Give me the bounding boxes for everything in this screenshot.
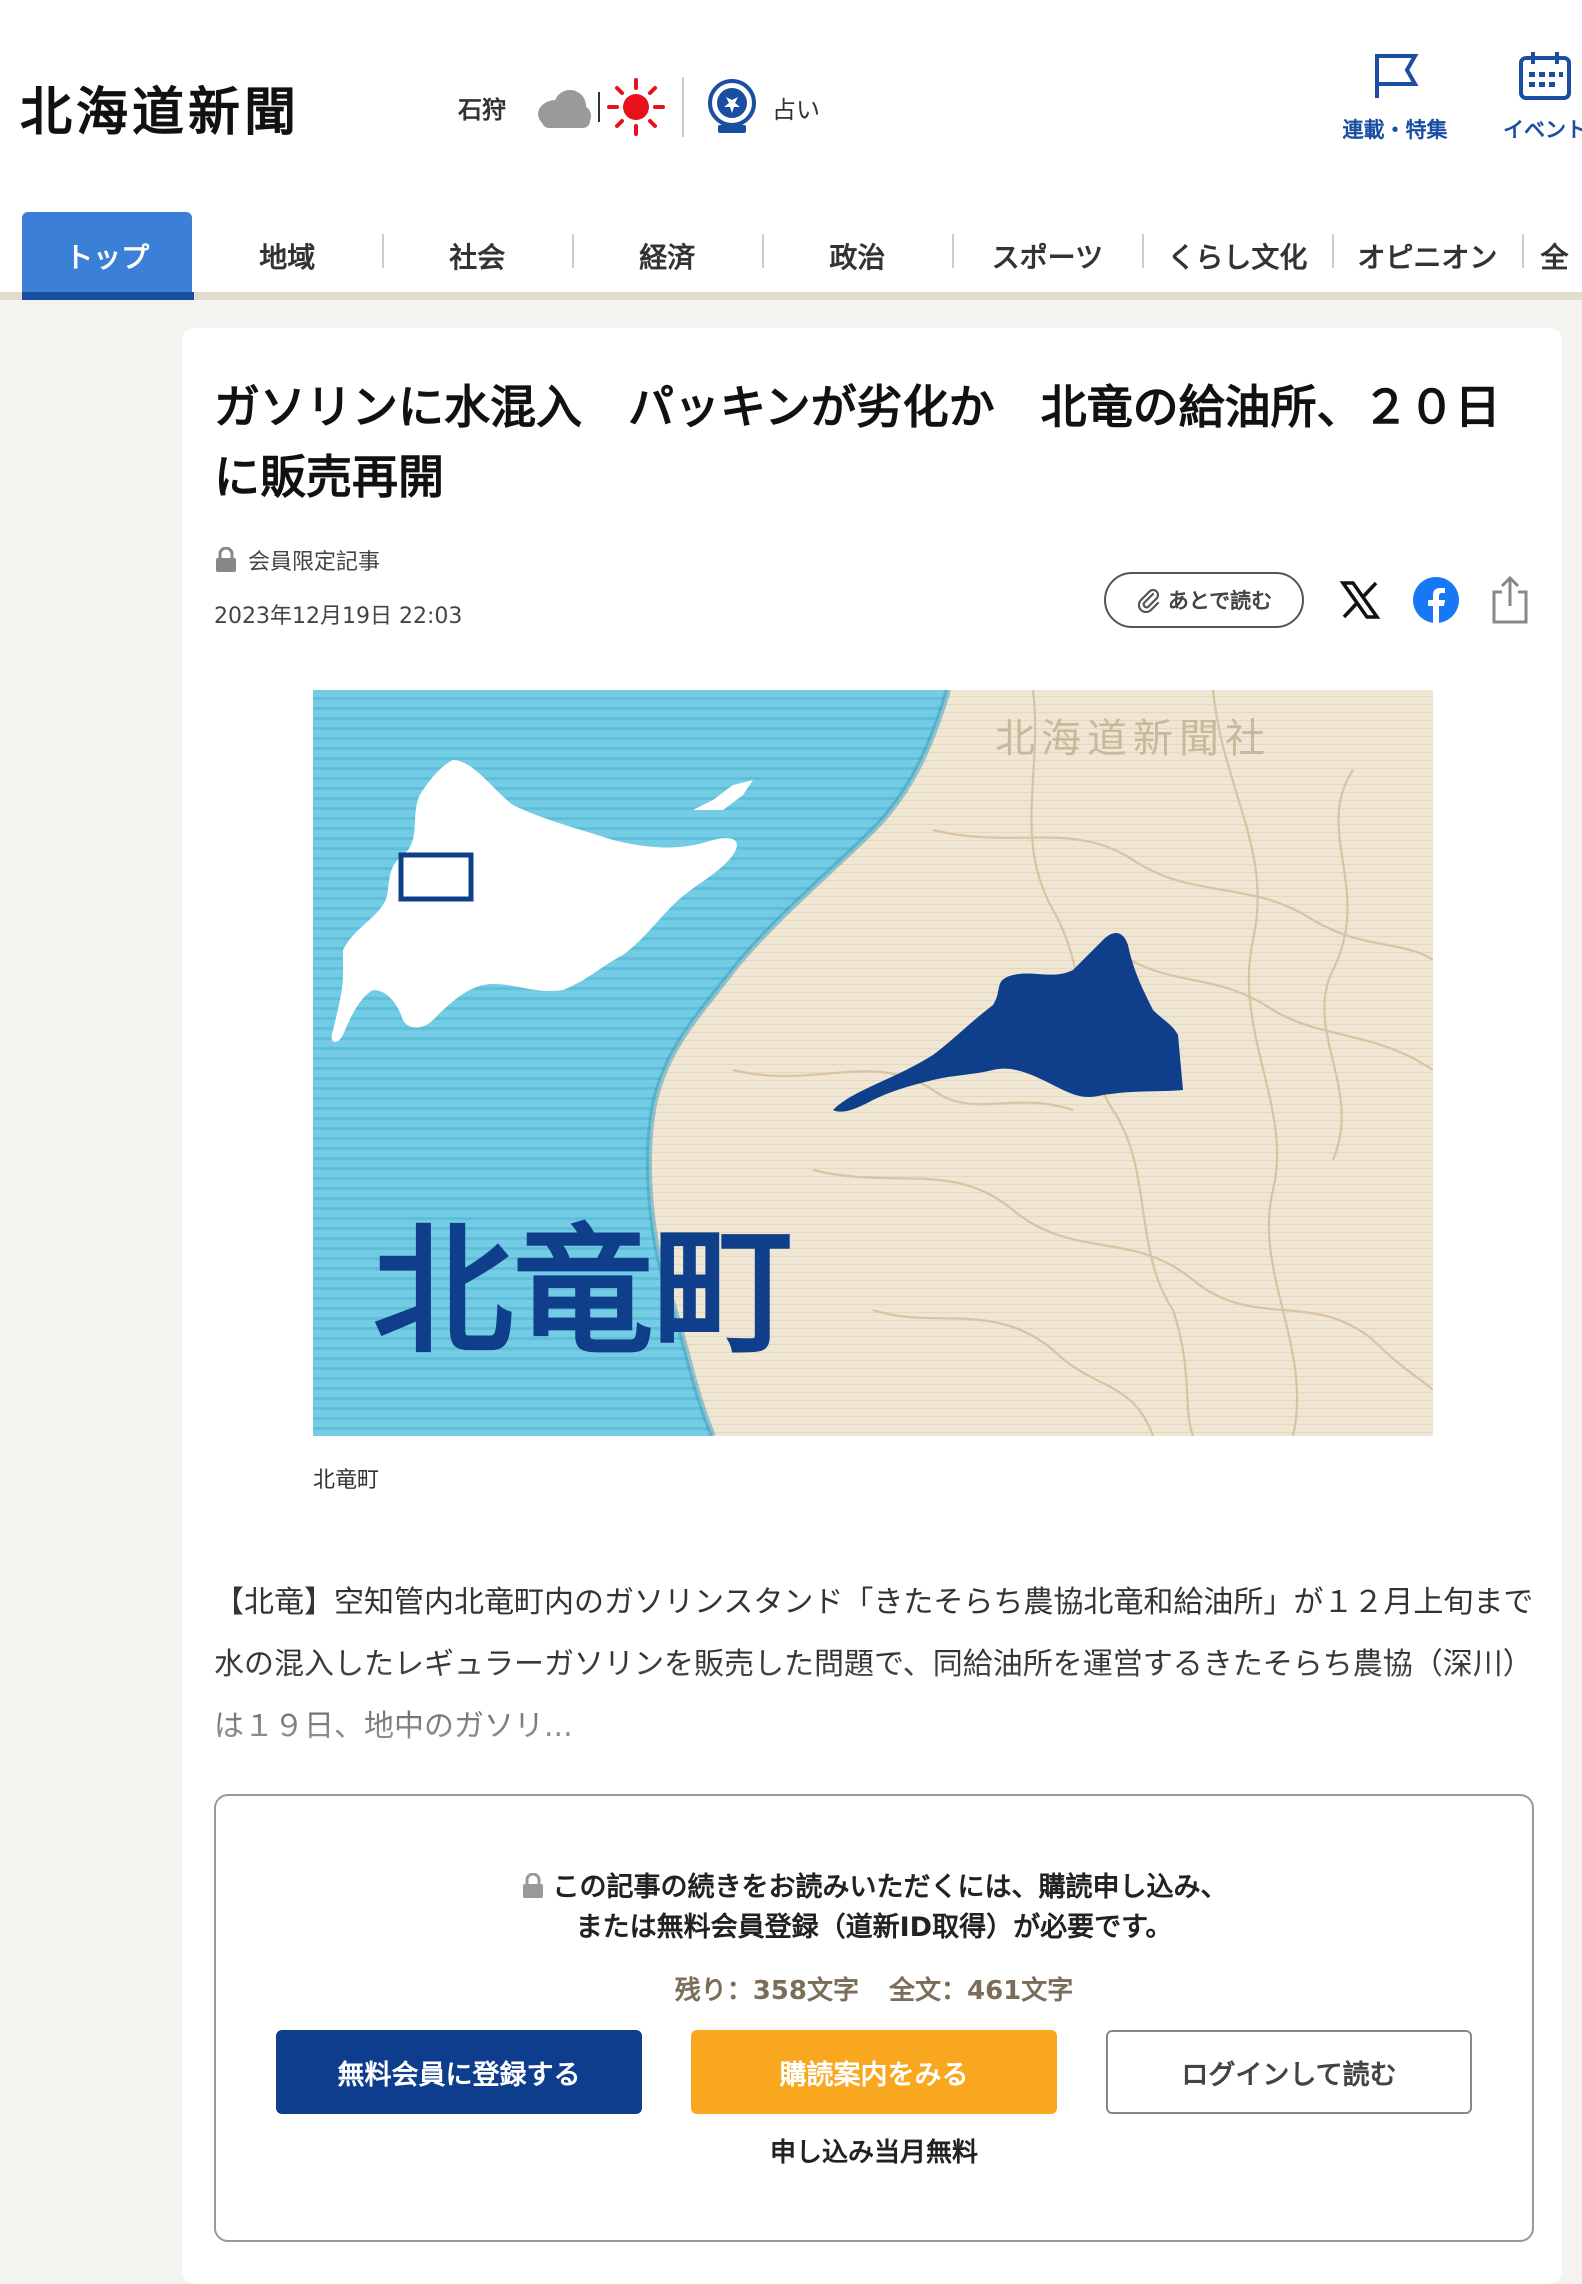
- events-link-label: イベント: [1503, 118, 1582, 142]
- nav-tab-politics[interactable]: 政治: [762, 212, 952, 300]
- share-button[interactable]: [1482, 572, 1538, 628]
- paywall-box: この記事の続きをお読みいただくには、購読申し込み、 または無料会員登録（道新ID…: [214, 1794, 1534, 2242]
- paywall-message-line2: または無料会員登録（道新ID取得）が必要です。: [575, 1912, 1173, 1943]
- paywall-message-line1: この記事の続きをお読みいただくには、購読申し込み、: [552, 1872, 1228, 1903]
- lock-icon: [522, 1872, 543, 1898]
- sun-icon: [607, 78, 665, 136]
- nav-underline: [0, 292, 1582, 300]
- nav-tab-all[interactable]: 全: [1522, 212, 1582, 300]
- cloud-icon: [538, 90, 591, 128]
- x-logo-icon: [1339, 581, 1381, 619]
- nav-tab-region[interactable]: 地域: [192, 212, 382, 300]
- map-watermark: 北海道新聞社: [995, 716, 1271, 762]
- nav-tab-society[interactable]: 社会: [382, 212, 572, 300]
- nav-tab-economy[interactable]: 経済: [572, 212, 762, 300]
- series-link-label: 連載・特集: [1342, 118, 1448, 142]
- article-image[interactable]: 北海道新聞社 北竜町: [313, 690, 1433, 1436]
- body-fade-overlay: [182, 1658, 1562, 1808]
- remaining-count: 残り：358文字: [674, 1976, 859, 2006]
- share-facebook-button[interactable]: [1408, 572, 1464, 628]
- crystal-ball-icon: [708, 79, 756, 133]
- site-logo[interactable]: 北海道新聞: [20, 70, 300, 145]
- members-only-badge: 会員限定記事: [214, 544, 380, 576]
- header-divider: [682, 77, 684, 137]
- flag-icon: [1375, 54, 1419, 98]
- lock-icon: [216, 547, 236, 572]
- nav-tab-opinion[interactable]: オピニオン: [1332, 212, 1522, 300]
- weather-separator: [598, 92, 600, 122]
- total-count: 全文：461文字: [889, 1976, 1074, 2006]
- nav-tab-sports[interactable]: スポーツ: [952, 212, 1142, 300]
- weather-city: 石狩: [458, 95, 506, 124]
- calendar-icon: [1519, 52, 1571, 100]
- paywall-message: この記事の続きをお読みいただくには、購読申し込み、 または無料会員登録（道新ID…: [216, 1868, 1532, 1948]
- events-link[interactable]: イベント: [1485, 50, 1582, 144]
- category-nav: トップ 地域 社会 経済 政治 スポーツ くらし文化 オピニオン 全: [0, 212, 1582, 300]
- article-title: ガソリンに水混入 パッキンが劣化か 北竜の給油所、２０日に販売再開: [214, 380, 1501, 504]
- read-later-button[interactable]: あとで読む: [1104, 572, 1304, 628]
- login-button[interactable]: ログインして読む: [1106, 2030, 1472, 2114]
- members-only-label: 会員限定記事: [248, 550, 381, 575]
- nav-tab-life-culture[interactable]: くらし文化: [1142, 212, 1332, 300]
- share-icon: [1492, 576, 1528, 624]
- subscribe-info-button[interactable]: 購読案内をみる: [691, 2030, 1057, 2114]
- character-count: 残り：358文字 全文：461文字: [216, 1970, 1532, 2007]
- fortune-label[interactable]: 占い: [772, 90, 820, 125]
- article-date: 2023年12月19日 22:03: [214, 604, 463, 629]
- image-caption: 北竜町: [313, 1468, 380, 1493]
- map-town-label: 北竜町: [373, 1211, 793, 1374]
- hokuryu-map-image: 北海道新聞社 北竜町: [313, 690, 1433, 1436]
- site-header: 北海道新聞 石狩 占い 連載・特集 イベント トップ 地域 社会 経済 政治 ス…: [0, 0, 1582, 300]
- nav-tab-top[interactable]: トップ: [22, 212, 193, 300]
- subscribe-note: 申し込み当月無料: [769, 2138, 978, 2168]
- nav-active-indicator: [22, 292, 194, 300]
- register-free-button[interactable]: 無料会員に登録する: [276, 2030, 642, 2114]
- share-x-button[interactable]: [1332, 572, 1388, 628]
- series-link[interactable]: 連載・特集: [1325, 50, 1465, 144]
- article-card: ガソリンに水混入 パッキンが劣化か 北竜の給油所、２０日に販売再開 会員限定記事…: [182, 328, 1562, 2284]
- paperclip-icon: [1137, 588, 1159, 613]
- weather-widget[interactable]: 石狩 占い: [458, 70, 820, 144]
- read-later-label: あとで読む: [1167, 589, 1273, 613]
- facebook-icon: [1413, 577, 1459, 623]
